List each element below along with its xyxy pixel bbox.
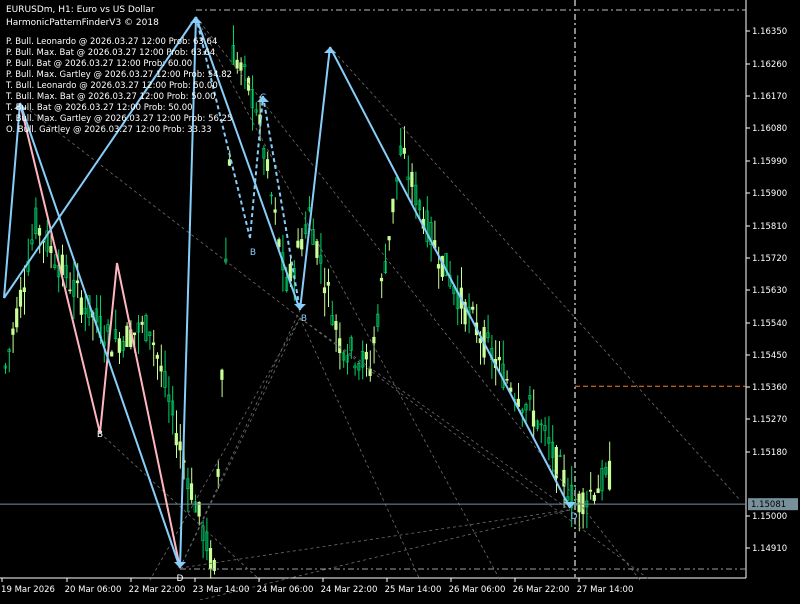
candle-body (334, 321, 338, 330)
y-tick-label: 1.15360 (752, 383, 787, 393)
y-tick-label: 1.15180 (752, 448, 787, 458)
candle-body (265, 159, 270, 171)
candle-body (379, 277, 384, 282)
pivot-label: D (571, 512, 578, 522)
candle-body (364, 351, 368, 360)
candle-body (178, 441, 182, 451)
y-tick-label: 1.15810 (752, 222, 787, 232)
window-title: EURUSDm, H1: Euro vs US Dollar (6, 5, 155, 15)
candle-body (189, 483, 194, 500)
candle-body (110, 351, 114, 357)
signal-line: T. Bull. Max. Gartley @ 2026.03.27 12:00… (6, 114, 233, 124)
signal-line: P. Bull. Leonardo @ 2026.03.27 12:00 Pro… (6, 37, 218, 47)
candle-body (273, 209, 277, 213)
candle-body (22, 287, 26, 292)
indicator-title: HarmonicPatternFinderV3 © 2018 (6, 18, 159, 28)
candle-body (315, 240, 319, 258)
x-tick-label: 23 Mar 14:00 (193, 585, 250, 595)
y-tick-label: 1.16080 (752, 124, 787, 134)
candle-body (11, 328, 15, 335)
y-tick-label: 1.15630 (752, 286, 787, 296)
candle-body (155, 354, 159, 359)
y-tick-label: 1.15270 (752, 415, 787, 425)
pivot-label: D (177, 574, 184, 584)
y-tick-label: 1.15450 (752, 351, 787, 361)
candle-body (125, 325, 129, 347)
candle-body (391, 198, 395, 213)
candle-body (505, 378, 509, 381)
candle-body (436, 264, 441, 269)
candle-body (581, 492, 585, 515)
candle-body (140, 321, 144, 325)
candle-body (607, 460, 612, 490)
candle-body (497, 356, 501, 361)
signal-line: P. Bull. Bat @ 2026.03.27 12:00 Prob: 60… (6, 59, 193, 69)
x-tick-label: 26 Mar 22:00 (513, 585, 570, 595)
y-tick-label: 1.16260 (752, 60, 787, 70)
candle-body (239, 62, 243, 71)
candle-body (37, 228, 42, 236)
signal-line: T. Bull. Bat @ 2026.03.27 12:00 Prob: 50… (6, 103, 193, 113)
candle-body (151, 342, 156, 346)
candle-body (300, 239, 304, 250)
candle-body (117, 338, 121, 353)
candle-body (220, 369, 224, 380)
candle-body (18, 289, 23, 307)
candle-body (402, 147, 406, 154)
signal-line: P. Bull. Max. Gartley @ 2026.03.27 12:00… (6, 70, 233, 80)
y-tick-label: 1.16170 (752, 92, 787, 102)
candle-body (387, 236, 391, 241)
candle-body (410, 172, 414, 187)
x-tick-label: 24 Mar 22:00 (321, 585, 378, 595)
y-tick-label: 1.15990 (752, 157, 787, 167)
pivot-label: C (260, 93, 266, 103)
candle-body (235, 59, 239, 69)
y-tick-label: 1.16350 (752, 27, 787, 37)
candle-body (174, 433, 178, 446)
candle-body (326, 281, 330, 286)
x-tick-label: 26 Mar 06:00 (449, 585, 506, 595)
pivot-label: B (97, 430, 103, 440)
x-tick-label: 19 Mar 2026 (1, 585, 55, 595)
candle-body (322, 287, 327, 294)
y-tick-label: 1.14910 (752, 544, 787, 554)
y-tick-label: 1.15720 (752, 254, 787, 264)
x-tick-label: 24 Mar 06:00 (257, 585, 314, 595)
candle-body (49, 246, 53, 253)
candle-body (15, 308, 19, 328)
candle-body (132, 332, 137, 336)
x-tick-label: 20 Mar 06:00 (65, 585, 122, 595)
y-tick-label: 1.15900 (752, 189, 787, 199)
pivot-label: B (250, 248, 256, 258)
candle-body (554, 446, 558, 479)
candle-body (75, 280, 80, 284)
pivot-label: B (301, 314, 307, 324)
y-tick-label: 1.15540 (752, 319, 787, 329)
signal-line: P. Bull. Max. Bat @ 2026.03.27 12:00 Pro… (6, 48, 216, 58)
chart-header: EURUSDm, H1: Euro vs US Dollar HarmonicP… (6, 4, 159, 30)
current-price-label: 1.15081 (751, 500, 786, 510)
signal-line: O. Bull. Gartley @ 2026.03.27 12:00 Prob… (6, 125, 212, 135)
candle-body (372, 336, 376, 344)
candle-body (338, 338, 342, 354)
candle-body (159, 365, 163, 372)
candle-body (596, 488, 600, 494)
candle-body (296, 240, 300, 248)
candle-body (208, 548, 213, 570)
x-tick-label: 27 Mar 14:00 (577, 585, 634, 595)
signal-list: P. Bull. Leonardo @ 2026.03.27 12:00 Pro… (6, 37, 232, 136)
candle-body (216, 468, 220, 477)
candle-body (592, 494, 596, 501)
candle-body (471, 306, 475, 310)
signal-line: T. Bull. Max. Bat @ 2026.03.27 12:00 Pro… (6, 92, 216, 102)
candle-body (588, 489, 593, 492)
signal-line: T. Bull. Leonardo @ 2026.03.27 12:00 Pro… (6, 81, 218, 91)
candle-body (531, 410, 536, 427)
x-tick-label: 22 Mar 22:00 (129, 585, 186, 595)
candle-body (68, 289, 72, 292)
x-tick-label: 25 Mar 14:00 (385, 585, 442, 595)
candle-body (79, 297, 83, 315)
y-tick-label: 1.15000 (752, 512, 787, 522)
